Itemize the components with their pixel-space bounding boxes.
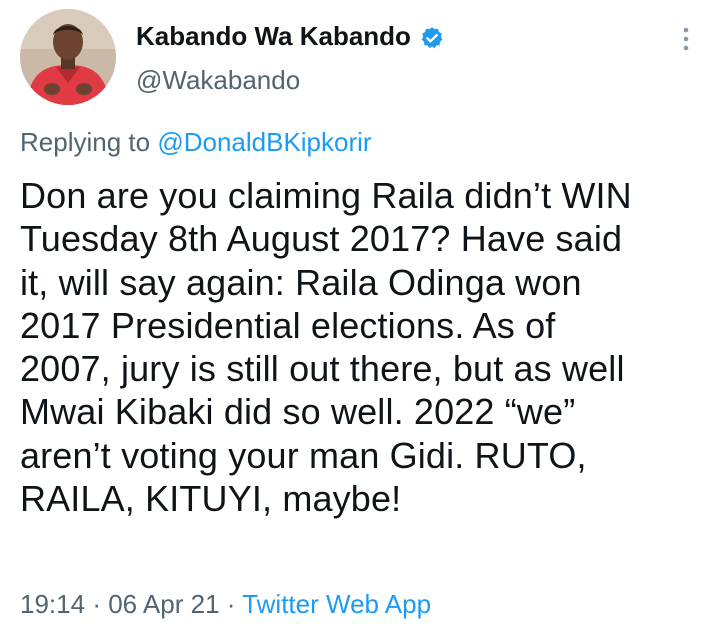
meta-separator: · bbox=[92, 589, 101, 619]
tweet-text: Don are you claiming Raila didn’t WIN Tu… bbox=[20, 174, 712, 520]
tweet-meta: 19:14 · 06 Apr 21 · Twitter Web App bbox=[20, 588, 431, 620]
tweet-line: RAILA, KITUYI, maybe! bbox=[20, 478, 402, 520]
tweet-line: it, will say again: Raila Odinga won bbox=[20, 261, 582, 303]
author-display-name[interactable]: Kabando Wa Kabando bbox=[136, 19, 444, 53]
tweet-line: Tuesday 8th August 2017? Have said bbox=[20, 218, 623, 260]
replying-to: Replying to @DonaldBKipkorir bbox=[20, 125, 372, 159]
meta-separator: · bbox=[226, 589, 236, 619]
display-name-text: Kabando Wa Kabando bbox=[136, 21, 411, 51]
tweet-line: 2007, jury is still out there, but as we… bbox=[20, 348, 625, 390]
author-handle[interactable]: @Wakabando bbox=[136, 63, 300, 97]
verified-badge-icon bbox=[420, 24, 444, 49]
tweet-source-link[interactable]: Twitter Web App bbox=[242, 589, 431, 619]
avatar[interactable] bbox=[20, 9, 116, 105]
tweet-line: Mwai Kibaki did so well. 2022 “we” bbox=[20, 391, 576, 433]
replying-to-label: Replying to bbox=[20, 127, 151, 157]
more-vertical-icon[interactable] bbox=[672, 24, 700, 54]
reply-mention-link[interactable]: @DonaldBKipkorir bbox=[157, 127, 371, 157]
tweet-date[interactable]: 06 Apr 21 bbox=[108, 589, 219, 619]
tweet-line: Don are you claiming Raila didn’t WIN bbox=[20, 175, 632, 216]
tweet-line: 2017 Presidential elections. As of bbox=[20, 304, 556, 346]
tweet-line: aren’t voting your man Gidi. RUTO, bbox=[20, 434, 587, 476]
tweet-time[interactable]: 19:14 bbox=[20, 589, 85, 619]
avatar-photo bbox=[20, 9, 116, 105]
